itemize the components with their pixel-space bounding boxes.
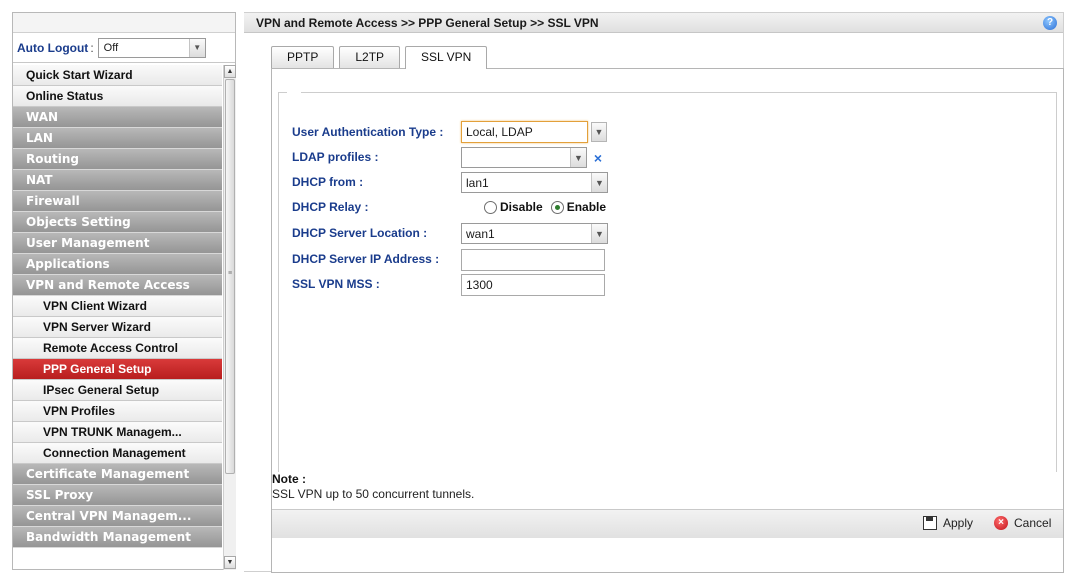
sidebar-item-applications[interactable]: Applications (13, 254, 222, 275)
apply-button[interactable]: Apply (923, 516, 973, 530)
ssl-vpn-mss-row: SSL VPN MSS : (292, 273, 462, 295)
ldap-profiles-select[interactable]: ▼ (461, 147, 587, 168)
auth-type-select[interactable]: Local, LDAP (461, 121, 588, 143)
dhcp-from-value: lan1 (466, 176, 489, 190)
sidebar-item-vpn-server-wizard[interactable]: VPN Server Wizard (13, 317, 222, 338)
sidebar-item-firewall[interactable]: Firewall (13, 191, 222, 212)
tab-pptp[interactable]: PPTP (271, 46, 335, 68)
note-text: SSL VPN up to 50 concurrent tunnels. (272, 487, 475, 501)
sidebar-item-online-status[interactable]: Online Status (13, 86, 222, 107)
auto-logout-value: Off (103, 41, 119, 54)
auth-type-value: Local, LDAP (466, 125, 533, 139)
sidebar-item-central-vpn-management[interactable]: Central VPN Managem... (13, 506, 222, 527)
dhcp-server-location-value: wan1 (466, 227, 495, 241)
apply-label: Apply (943, 516, 974, 530)
sidebar-item-routing[interactable]: Routing (13, 149, 222, 170)
tab-l2tp[interactable]: L2TP (339, 46, 401, 68)
sidebar-item-quick-start-wizard[interactable]: Quick Start Wizard (13, 65, 222, 86)
sidebar-item-certificate-management[interactable]: Certificate Management (13, 464, 222, 485)
dhcp-server-location-row: DHCP Server Location : (292, 222, 462, 244)
dhcp-server-ip-input[interactable] (461, 249, 605, 271)
clear-icon[interactable]: × (591, 150, 605, 166)
fieldset-legend-gap (287, 90, 301, 96)
sidebar-scrollbar[interactable]: ▲ ≡ ▼ (223, 65, 236, 570)
chevron-down-icon[interactable]: ▼ (591, 122, 607, 142)
dhcp-from-row: DHCP from : (292, 171, 462, 193)
dhcp-relay-label-text: DHCP Relay (292, 200, 362, 214)
auto-logout-label: Auto Logout (17, 40, 89, 55)
note-title: Note : (272, 472, 306, 486)
dhcp-relay-enable-label: Enable (566, 200, 607, 214)
dhcp-server-ip-row: DHCP Server IP Address : (292, 248, 462, 270)
sidebar-item-objects-setting[interactable]: Objects Setting (13, 212, 222, 233)
auto-logout-select[interactable]: Off ▼ (97, 37, 206, 58)
sidebar-item-ppp-general-setup[interactable]: PPP General Setup (13, 359, 222, 380)
radio-enable[interactable] (550, 200, 564, 214)
sidebar-item-vpn-client-wizard[interactable]: VPN Client Wizard (13, 296, 222, 317)
sidebar-item-vpn-trunk-management[interactable]: VPN TRUNK Managem... (13, 422, 222, 443)
auth-type-row: User Authentication Type : (292, 121, 462, 143)
button-bar: Apply × Cancel (272, 509, 1063, 538)
ssl-vpn-mss-label: SSL VPN MSS : (292, 277, 380, 291)
help-icon[interactable]: ? (1043, 16, 1057, 30)
auth-type-label: User Authentication Type : (292, 125, 444, 139)
dhcp-relay-disable-option[interactable]: Disable (484, 200, 543, 214)
grip-icon: ≡ (228, 270, 233, 277)
sidebar-header (13, 13, 235, 33)
sidebar-item-user-management[interactable]: User Management (13, 233, 222, 254)
radio-disable[interactable] (484, 200, 497, 214)
tab-ssl-vpn[interactable]: SSL VPN (405, 46, 488, 69)
auto-logout-colon: : (90, 40, 94, 55)
dhcp-relay-row: DHCP Relay : Disable Enable (292, 196, 606, 218)
breadcrumb: VPN and Remote Access >> PPP General Set… (256, 16, 599, 30)
scroll-down-icon[interactable]: ▼ (224, 556, 236, 569)
sidebar-item-wan[interactable]: WAN (13, 107, 222, 128)
cancel-button[interactable]: × Cancel (994, 516, 1051, 530)
dhcp-relay-disable-label: Disable (500, 200, 543, 214)
dhcp-server-location-label: DHCP Server Location : (292, 226, 428, 240)
auto-logout-row: Auto Logout : Off ▼ (13, 33, 235, 63)
auth-type-label-text: User Authentication Type (292, 125, 437, 139)
sidebar-item-ipsec-general-setup[interactable]: IPsec General Setup (13, 380, 222, 401)
sidebar-item-ssl-proxy[interactable]: SSL Proxy (13, 485, 222, 506)
sidebar: Auto Logout : Off ▼ Quick Start Wizard O… (12, 12, 236, 570)
chevron-down-icon: ▼ (591, 173, 607, 192)
sidebar-item-remote-access-control[interactable]: Remote Access Control (13, 338, 222, 359)
sidebar-item-bandwidth-management[interactable]: Bandwidth Management (13, 527, 222, 548)
chevron-down-icon: ▼ (570, 148, 586, 167)
dhcp-server-location-label-text: DHCP Server Location (292, 226, 420, 240)
sidebar-item-connection-management[interactable]: Connection Management (13, 443, 222, 464)
ssl-vpn-mss-input[interactable]: 1300 (461, 274, 605, 296)
sidebar-item-nat[interactable]: NAT (13, 170, 222, 191)
dhcp-relay-label: DHCP Relay : (292, 200, 369, 214)
scroll-up-icon[interactable]: ▲ (224, 65, 236, 78)
cancel-label: Cancel (1014, 516, 1052, 530)
main-content: VPN and Remote Access >> PPP General Set… (244, 12, 1064, 573)
tab-panel: User Authentication Type : Local, LDAP ▼… (271, 68, 1064, 573)
dhcp-from-select[interactable]: lan1 ▼ (461, 172, 608, 193)
save-icon (923, 516, 937, 530)
dhcp-from-label: DHCP from : (292, 175, 364, 189)
cancel-icon: × (994, 516, 1008, 530)
sidebar-item-vpn-profiles[interactable]: VPN Profiles (13, 401, 222, 422)
tab-bar: PPTP L2TP SSL VPN (271, 46, 492, 69)
sidebar-menu: Quick Start Wizard Online Status WAN LAN… (13, 65, 222, 548)
dhcp-server-ip-label: DHCP Server IP Address : (292, 252, 440, 266)
chevron-down-icon: ▼ (188, 38, 205, 57)
breadcrumb-bar: VPN and Remote Access >> PPP General Set… (244, 13, 1063, 33)
sidebar-item-vpn-and-remote-access[interactable]: VPN and Remote Access (13, 275, 222, 296)
dhcp-from-label-text: DHCP from (292, 175, 356, 189)
ldap-profiles-row: LDAP profiles : (292, 146, 462, 168)
dhcp-server-location-select[interactable]: wan1 ▼ (461, 223, 608, 244)
dhcp-relay-enable-option[interactable]: Enable (550, 200, 607, 214)
scroll-thumb[interactable]: ≡ (225, 79, 235, 474)
chevron-down-icon: ▼ (591, 224, 607, 243)
sidebar-item-lan[interactable]: LAN (13, 128, 222, 149)
ldap-profiles-label: LDAP profiles : (292, 150, 379, 164)
